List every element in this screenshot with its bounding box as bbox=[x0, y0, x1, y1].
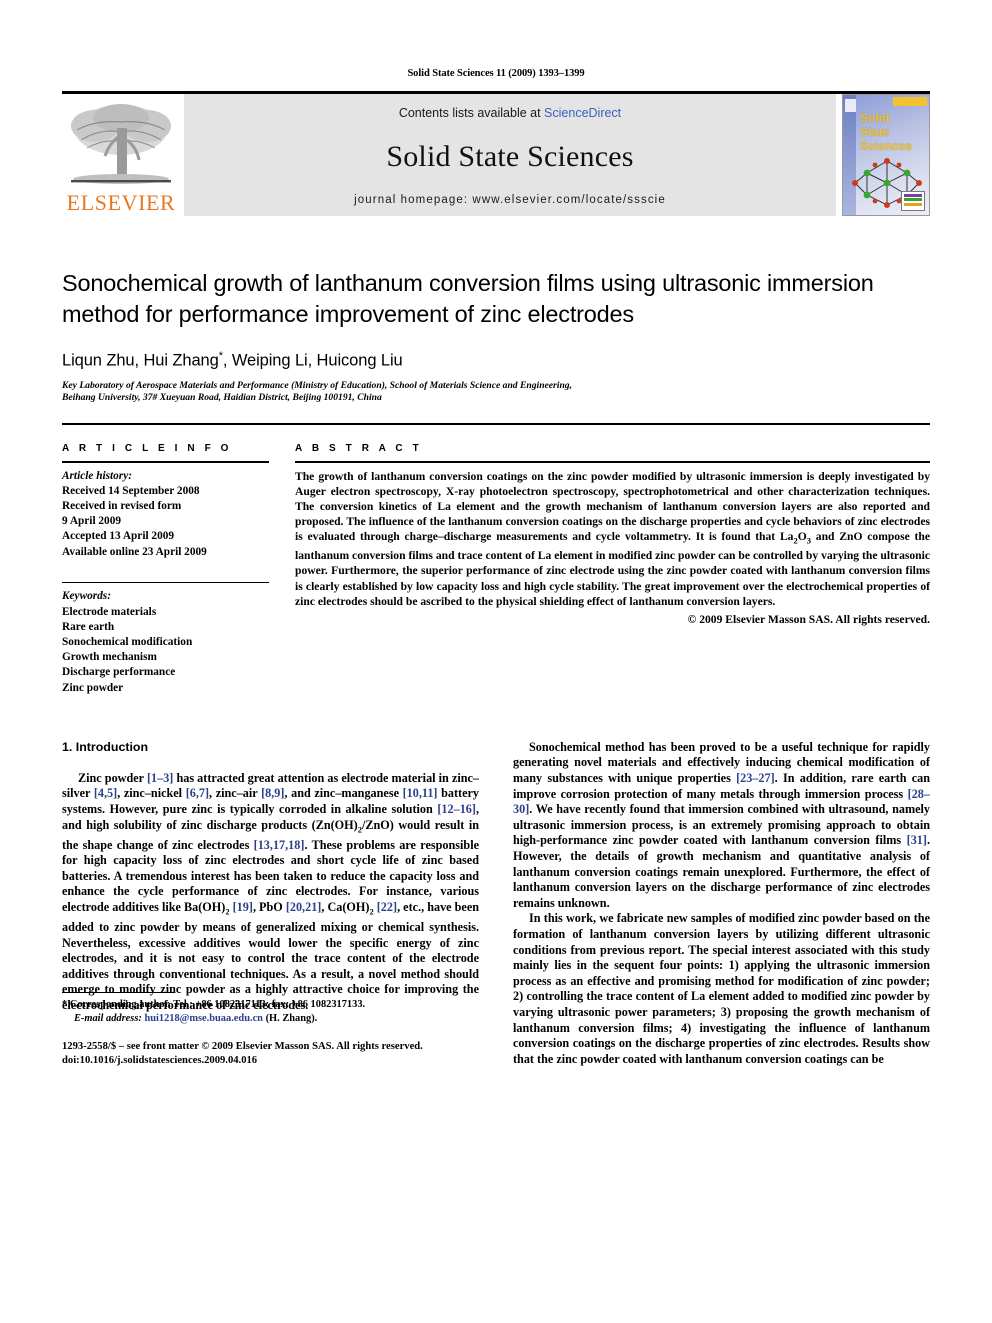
footnote-text: Corresponding author. Tel.: +86 10823171… bbox=[69, 999, 366, 1011]
info-abstract-top-rule bbox=[62, 422, 930, 425]
keywords-rule bbox=[62, 581, 269, 584]
contents-prefix: Contents lists available at bbox=[398, 106, 545, 120]
article-info-column: A R T I C L E I N F O Article history: R… bbox=[62, 443, 295, 696]
journal-band-center: Contents lists available at ScienceDirec… bbox=[184, 94, 836, 216]
issn-doi-block: 1293-2558/$ – see front matter © 2009 El… bbox=[62, 1040, 479, 1067]
keyword-item: Rare earth bbox=[62, 620, 115, 633]
journal-homepage-line[interactable]: journal homepage: www.elsevier.com/locat… bbox=[354, 194, 666, 206]
info-abstract-region: A R T I C L E I N F O Article history: R… bbox=[62, 443, 930, 696]
cover-title-line-1: Solid bbox=[860, 111, 890, 125]
footnote-marker: * bbox=[62, 999, 68, 1011]
elsevier-tree-icon bbox=[65, 100, 177, 192]
email-label: E-mail address: bbox=[74, 1012, 142, 1024]
doi-line[interactable]: doi:10.1016/j.solidstatesciences.2009.04… bbox=[62, 1054, 479, 1068]
cover-legend bbox=[901, 191, 925, 211]
article-info-heading: A R T I C L E I N F O bbox=[62, 443, 233, 454]
abstract-column: A B S T R A C T The growth of lanthanum … bbox=[295, 443, 930, 696]
authors-secondary: , Weiping Li, Huicong Liu bbox=[222, 351, 403, 370]
cover-title-line-2: State bbox=[860, 125, 890, 139]
cover-title: Solid State Sciences bbox=[860, 111, 912, 153]
intro-paragraph-right-2: In this work, we fabricate new samples o… bbox=[513, 911, 930, 1066]
keyword-item: Zinc powder bbox=[62, 681, 124, 694]
article-history-label: Article history: bbox=[62, 469, 132, 482]
footnote-area: * Corresponding author. Tel.: +86 108231… bbox=[62, 992, 479, 1067]
section-title-introduction: 1. Introduction bbox=[62, 739, 149, 754]
journal-cover-thumbnail: Solid State Sciences bbox=[842, 94, 930, 216]
affiliation-line-1: Key Laboratory of Aerospace Materials an… bbox=[62, 379, 572, 391]
intro-paragraph-right-1: Sonochemical method has been proved to b… bbox=[513, 739, 930, 910]
abstract-heading: A B S T R A C T bbox=[295, 443, 423, 454]
authors-primary: Liqun Zhu, Hui Zhang bbox=[62, 351, 219, 370]
contents-available-line: Contents lists available at ScienceDirec… bbox=[399, 106, 621, 120]
article-page: Solid State Sciences 11 (2009) 1393–1399 bbox=[0, 0, 992, 1323]
keyword-item: Sonochemical modification bbox=[62, 636, 193, 649]
elsevier-logo: ELSEVIER bbox=[62, 94, 180, 216]
keyword-item: Discharge performance bbox=[62, 666, 176, 679]
cover-corner-banner bbox=[893, 97, 927, 106]
body-columns: 1. Introduction Zinc powder [1–3] has at… bbox=[62, 740, 930, 1067]
abstract-text: The growth of lanthanum conversion coati… bbox=[295, 469, 930, 608]
body-column-left: 1. Introduction Zinc powder [1–3] has at… bbox=[62, 740, 479, 1067]
history-item: Received 14 September 2008 bbox=[62, 484, 200, 497]
corresponding-author-note: * Corresponding author. Tel.: +86 108231… bbox=[62, 998, 479, 1011]
keywords-label: Keywords: bbox=[62, 590, 111, 603]
keyword-item: Growth mechanism bbox=[62, 651, 157, 664]
history-item: Received in revised form bbox=[62, 500, 182, 512]
history-item: 9 April 2009 bbox=[62, 515, 121, 528]
issn-line: 1293-2558/$ – see front matter © 2009 El… bbox=[62, 1041, 423, 1053]
abstract-rule bbox=[295, 461, 930, 463]
footnote-rule bbox=[62, 992, 174, 994]
history-item: Accepted 13 April 2009 bbox=[62, 530, 175, 543]
email-owner: (H. Zhang). bbox=[265, 1012, 318, 1024]
author-list: Liqun Zhu, Hui Zhang*, Weiping Li, Huico… bbox=[62, 350, 930, 371]
article-info-rule bbox=[62, 461, 269, 463]
affiliation-line-2: Beihang University, 37# Xueyuan Road, Ha… bbox=[62, 392, 382, 403]
cover-elsevier-mark-icon bbox=[845, 99, 856, 112]
cover-title-line-3: Sciences bbox=[860, 139, 913, 153]
body-column-right: Sonochemical method has been proved to b… bbox=[513, 740, 930, 1067]
keyword-item: Electrode materials bbox=[62, 605, 157, 618]
affiliation: Key Laboratory of Aerospace Materials an… bbox=[62, 380, 930, 405]
journal-title: Solid State Sciences bbox=[386, 140, 634, 173]
email-link[interactable]: hui1218@mse.buaa.edu.cn bbox=[144, 1013, 263, 1024]
running-head: Solid State Sciences 11 (2009) 1393–1399 bbox=[407, 68, 585, 79]
abstract-copyright: © 2009 Elsevier Masson SAS. All rights r… bbox=[687, 612, 930, 626]
intro-paragraph-left: Zinc powder [1–3] has attracted great at… bbox=[62, 770, 480, 1013]
history-item: Available online 23 April 2009 bbox=[62, 545, 207, 558]
elsevier-wordmark: ELSEVIER bbox=[66, 190, 176, 215]
keywords-block: Keywords: Electrode materials Rare earth… bbox=[62, 581, 269, 696]
page-title: Sonochemical growth of lanthanum convers… bbox=[62, 270, 874, 327]
journal-header-band: ELSEVIER Contents lists available at Sci… bbox=[62, 94, 930, 216]
sciencedirect-link[interactable]: ScienceDirect bbox=[544, 106, 621, 120]
email-note: E-mail address: hui1218@mse.buaa.edu.cn … bbox=[62, 1012, 479, 1025]
